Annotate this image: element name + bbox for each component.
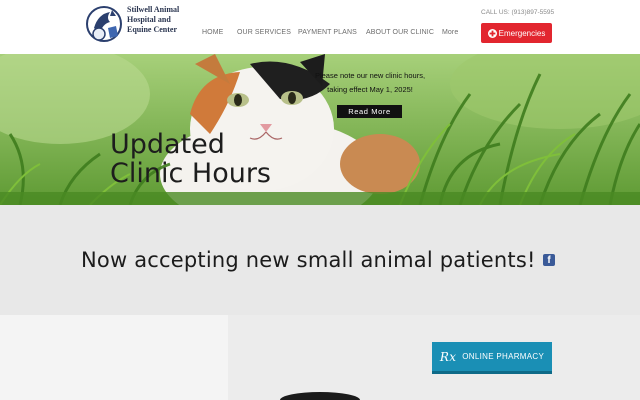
logo-line-3: Equine Center [127,25,177,34]
red-cross-icon [487,28,497,38]
nav-payment-plans[interactable]: PAYMENT PLANS [298,29,357,36]
facebook-icon[interactable]: f [543,254,555,266]
emergencies-label: Emergencies [498,28,546,38]
hero-title: Updated Clinic Hours [110,130,310,188]
logo-emblem[interactable] [86,4,122,44]
nav-about-our-clinic[interactable]: ABOUT OUR CLINIC [366,29,434,36]
online-pharmacy-button[interactable]: Rx ONLINE PHARMACY [432,342,552,374]
rx-icon: Rx [439,349,457,364]
nav-more[interactable]: More [442,29,458,36]
call-us-text[interactable]: CALL US: (913)897-5595 [481,9,554,16]
logo-line-2: Hospital and [127,15,171,24]
hero-title-line-2: Clinic Hours [110,158,271,189]
lower-left-panel [0,315,228,400]
nav-home[interactable]: HOME [202,29,223,36]
hero-note-line-2: taking effect May 1, 2025! [327,85,413,94]
hero-title-line-1: Updated [110,129,225,160]
hero-banner: Updated Clinic Hours Please note our new… [0,54,640,205]
logo-text[interactable]: Stilwell Animal Hospital and Equine Cent… [127,5,197,35]
dog-photo-edge [280,392,360,400]
logo-line-1: Stilwell Animal [127,5,180,14]
site-header: Stilwell Animal Hospital and Equine Cent… [0,0,640,54]
new-patients-heading: Now accepting new small animal patients! [81,248,536,272]
read-more-button[interactable]: Read More [337,105,402,118]
emergencies-button[interactable]: Emergencies [481,23,552,43]
nav-our-services[interactable]: OUR SERVICES [237,29,291,36]
hero-note: Please note our new clinic hours, taking… [305,69,435,97]
online-pharmacy-label: ONLINE PHARMACY [462,352,545,361]
hero-note-line-1: Please note our new clinic hours, [314,71,426,80]
